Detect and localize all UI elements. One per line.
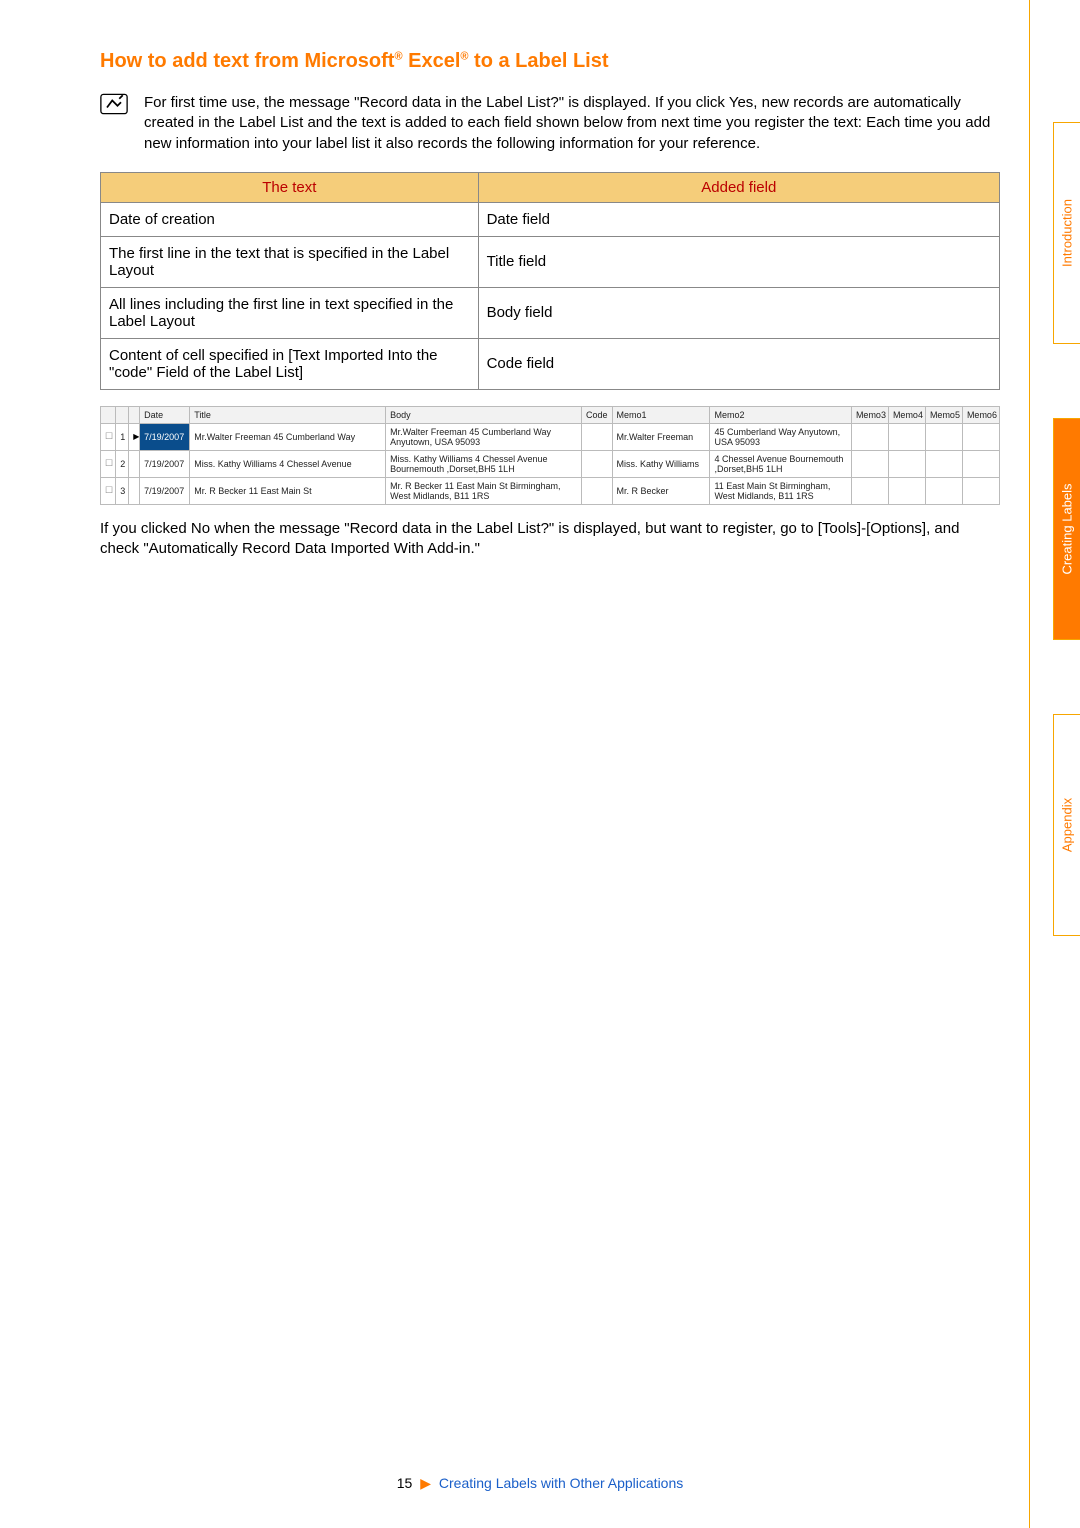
grid-cell-title: Mr. R Becker 11 East Main St bbox=[190, 477, 386, 504]
grid-header-cell: Memo1 bbox=[612, 406, 710, 423]
grid-cell-memo2: 45 Cumberland Way Anyutown, USA 95093 bbox=[710, 423, 851, 450]
grid-header-cell: Code bbox=[582, 406, 612, 423]
table-header-text: The text bbox=[101, 172, 479, 202]
grid-rownum: 3 bbox=[116, 477, 129, 504]
table-cell-added: Date field bbox=[478, 202, 999, 236]
grid-cell-memo6 bbox=[962, 450, 999, 477]
grid-row-indicator: ▶ bbox=[129, 423, 140, 450]
grid-cell-memo1: Mr. R Becker bbox=[612, 477, 710, 504]
page-content: How to add text from Microsoft® Excel® t… bbox=[100, 50, 1000, 1458]
grid-header-cell: Memo2 bbox=[710, 406, 851, 423]
label-list-screenshot: DateTitleBodyCodeMemo1Memo2Memo3Memo4Mem… bbox=[100, 406, 1000, 505]
grid-cell-memo4 bbox=[888, 450, 925, 477]
reg-mark: ® bbox=[394, 50, 402, 62]
label-list-grid: DateTitleBodyCodeMemo1Memo2Memo3Memo4Mem… bbox=[100, 406, 1000, 505]
grid-header-cell bbox=[116, 406, 129, 423]
side-tab-creating-labels[interactable]: Creating Labels bbox=[1053, 418, 1080, 640]
grid-cell-date: 7/19/2007 bbox=[140, 423, 190, 450]
table-cell-added: Code field bbox=[478, 338, 999, 389]
side-navigation: Introduction Creating Labels Appendix bbox=[1029, 0, 1080, 1528]
footer-link[interactable]: Creating Labels with Other Applications bbox=[439, 1475, 683, 1491]
closing-paragraph: If you clicked No when the message "Reco… bbox=[100, 519, 1000, 560]
table-row: The first line in the text that is speci… bbox=[101, 236, 1000, 287]
grid-cell-memo1: Mr.Walter Freeman bbox=[612, 423, 710, 450]
grid-row-indicator bbox=[129, 477, 140, 504]
grid-cell-date: 7/19/2007 bbox=[140, 450, 190, 477]
grid-header-cell: Memo4 bbox=[888, 406, 925, 423]
grid-cell-title: Mr.Walter Freeman 45 Cumberland Way bbox=[190, 423, 386, 450]
grid-cell-code bbox=[582, 477, 612, 504]
heading-text-post: to a Label List bbox=[469, 50, 609, 72]
grid-cell-memo6 bbox=[962, 477, 999, 504]
table-row: Content of cell specified in [Text Impor… bbox=[101, 338, 1000, 389]
table-cell-text: Date of creation bbox=[101, 202, 479, 236]
note-icon bbox=[100, 93, 128, 115]
grid-row-indicator bbox=[129, 450, 140, 477]
section-heading: How to add text from Microsoft® Excel® t… bbox=[100, 50, 1000, 73]
grid-cell-memo5 bbox=[925, 477, 962, 504]
grid-row: ☐1▶7/19/2007Mr.Walter Freeman 45 Cumberl… bbox=[101, 423, 1000, 450]
grid-row: ☐37/19/2007Mr. R Becker 11 East Main StM… bbox=[101, 477, 1000, 504]
grid-cell-code bbox=[582, 423, 612, 450]
grid-cell-memo4 bbox=[888, 423, 925, 450]
grid-checkbox: ☐ bbox=[101, 423, 116, 450]
grid-cell-memo3 bbox=[851, 423, 888, 450]
footer-triangle-icon: ▶ bbox=[420, 1475, 431, 1491]
grid-header-cell bbox=[129, 406, 140, 423]
grid-checkbox: ☐ bbox=[101, 450, 116, 477]
grid-cell-body: Mr. R Becker 11 East Main St Birmingham,… bbox=[386, 477, 582, 504]
grid-row: ☐27/19/2007Miss. Kathy Williams 4 Chesse… bbox=[101, 450, 1000, 477]
side-tab-introduction[interactable]: Introduction bbox=[1053, 122, 1080, 344]
grid-cell-memo4 bbox=[888, 477, 925, 504]
table-row: Date of creationDate field bbox=[101, 202, 1000, 236]
grid-cell-memo5 bbox=[925, 423, 962, 450]
grid-header-cell bbox=[101, 406, 116, 423]
grid-header-row: DateTitleBodyCodeMemo1Memo2Memo3Memo4Mem… bbox=[101, 406, 1000, 423]
grid-checkbox: ☐ bbox=[101, 477, 116, 504]
heading-text-pre: How to add text from Microsoft bbox=[100, 50, 394, 72]
note-text: For first time use, the message "Record … bbox=[144, 93, 1000, 154]
table-row: All lines including the first line in te… bbox=[101, 287, 1000, 338]
side-tab-label: Introduction bbox=[1060, 199, 1075, 267]
field-mapping-table: The text Added field Date of creationDat… bbox=[100, 172, 1000, 390]
table-header-added: Added field bbox=[478, 172, 999, 202]
grid-header-cell: Memo5 bbox=[925, 406, 962, 423]
grid-rownum: 1 bbox=[116, 423, 129, 450]
grid-header-cell: Body bbox=[386, 406, 582, 423]
grid-cell-title: Miss. Kathy Williams 4 Chessel Avenue bbox=[190, 450, 386, 477]
page-number: 15 bbox=[397, 1475, 413, 1491]
table-cell-added: Title field bbox=[478, 236, 999, 287]
side-tab-label: Creating Labels bbox=[1060, 483, 1075, 574]
grid-header-cell: Memo3 bbox=[851, 406, 888, 423]
table-cell-added: Body field bbox=[478, 287, 999, 338]
reg-mark: ® bbox=[460, 50, 468, 62]
grid-cell-body: Miss. Kathy Williams 4 Chessel Avenue Bo… bbox=[386, 450, 582, 477]
heading-text-mid: Excel bbox=[403, 50, 461, 72]
grid-cell-memo5 bbox=[925, 450, 962, 477]
grid-cell-code bbox=[582, 450, 612, 477]
table-header-row: The text Added field bbox=[101, 172, 1000, 202]
grid-rownum: 2 bbox=[116, 450, 129, 477]
side-tab-appendix[interactable]: Appendix bbox=[1053, 714, 1080, 936]
grid-cell-memo6 bbox=[962, 423, 999, 450]
table-cell-text: Content of cell specified in [Text Impor… bbox=[101, 338, 479, 389]
side-tab-label: Appendix bbox=[1060, 798, 1075, 852]
grid-cell-memo3 bbox=[851, 477, 888, 504]
grid-cell-memo3 bbox=[851, 450, 888, 477]
grid-cell-body: Mr.Walter Freeman 45 Cumberland Way Anyu… bbox=[386, 423, 582, 450]
table-cell-text: The first line in the text that is speci… bbox=[101, 236, 479, 287]
grid-header-cell: Title bbox=[190, 406, 386, 423]
grid-header-cell: Memo6 bbox=[962, 406, 999, 423]
grid-cell-date: 7/19/2007 bbox=[140, 477, 190, 504]
page-footer: 15 ▶ Creating Labels with Other Applicat… bbox=[0, 1475, 1080, 1492]
grid-cell-memo2: 4 Chessel Avenue Bournemouth ,Dorset,BH5… bbox=[710, 450, 851, 477]
note-block: For first time use, the message "Record … bbox=[100, 93, 1000, 154]
grid-cell-memo1: Miss. Kathy Williams bbox=[612, 450, 710, 477]
table-cell-text: All lines including the first line in te… bbox=[101, 287, 479, 338]
grid-header-cell: Date bbox=[140, 406, 190, 423]
grid-cell-memo2: 11 East Main St Birmingham, West Midland… bbox=[710, 477, 851, 504]
